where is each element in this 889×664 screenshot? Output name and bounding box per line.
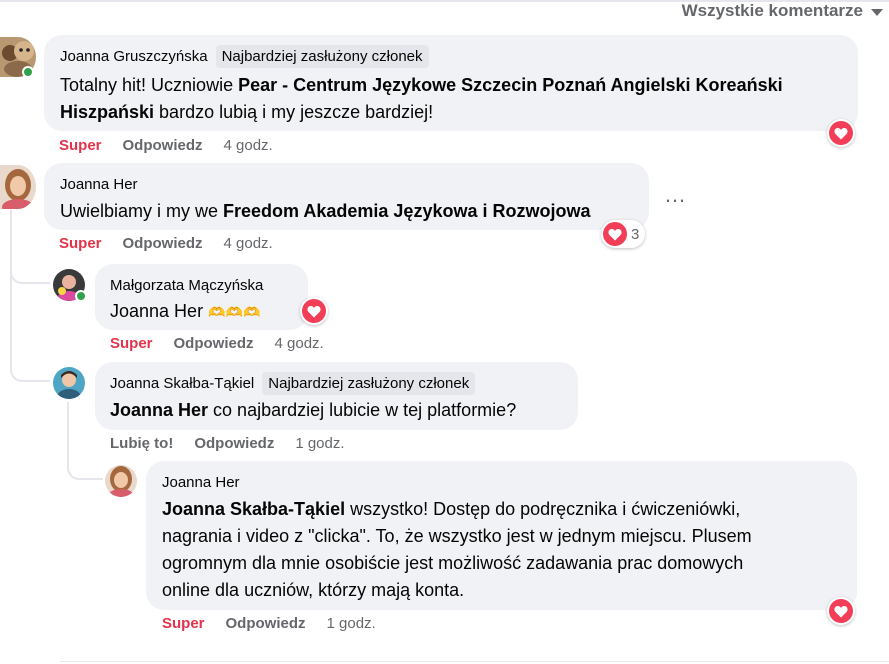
page-mention-link[interactable]: Freedom Akademia Językowa i Rozwojowa	[223, 201, 590, 221]
timestamp[interactable]: 1 godz.	[327, 615, 376, 632]
text-segment: Totalny hit! Uczniowie	[60, 75, 239, 95]
comment-author[interactable]: Małgorzata Mączyńska	[110, 277, 263, 294]
user-mention-link[interactable]: Joanna Her	[110, 400, 208, 420]
text-segment: co najbardziej lubicie w tej platformie?	[208, 400, 517, 420]
reply-button[interactable]: Odpowiedz	[226, 615, 306, 632]
reply-button[interactable]: Odpowiedz	[123, 235, 203, 252]
avatar[interactable]	[0, 165, 36, 209]
react-button[interactable]: Super	[59, 137, 102, 154]
bottom-divider	[60, 661, 889, 662]
react-button[interactable]: Super	[162, 615, 205, 632]
reaction-summary[interactable]	[300, 297, 328, 325]
heart-icon	[829, 599, 853, 623]
comment-actions: Super Odpowiedz 1 godz.	[162, 615, 376, 632]
comment-actions: Super Odpowiedz 4 godz.	[59, 235, 273, 252]
emoji-text: 🫶🫶🫶	[208, 304, 261, 320]
text-segment: Uwielbiamy i my we	[60, 201, 224, 221]
more-options-icon[interactable]: …	[664, 184, 687, 206]
text-line: online dla uczniów, którzy mają konta.	[162, 580, 465, 600]
react-button[interactable]: Super	[59, 235, 102, 252]
user-mention-link[interactable]: Joanna Skałba-Tąkiel	[162, 499, 345, 519]
comment-text: Uwielbiamy i my we Freedom Akademia Języ…	[60, 198, 635, 225]
comment-bubble: Joanna Her Uwielbiamy i my we Freedom Ak…	[44, 163, 649, 230]
heart-icon	[829, 121, 853, 145]
thread-branch	[67, 440, 103, 480]
thread-branch	[10, 296, 50, 382]
reply-button[interactable]: Odpowiedz	[174, 335, 254, 352]
thread-line	[10, 210, 12, 300]
thread-line	[67, 402, 69, 442]
text-segment: bardzo lubią i my jeszcze bardziej!	[154, 102, 434, 122]
comment-actions: Super Odpowiedz 4 godz.	[110, 335, 324, 352]
text-line: ogromnym dla mnie osobiście jest możliwo…	[162, 553, 744, 573]
online-status-icon	[75, 290, 87, 302]
reaction-summary[interactable]	[827, 119, 855, 147]
comment-actions: Lubię to! Odpowiedz 1 godz.	[110, 435, 345, 452]
reply-bubble: Joanna Skałba-Tąkiel Najbardziej zasłużo…	[95, 362, 578, 430]
reply-bubble: Joanna Her Joanna Skałba-Tąkiel wszystko…	[146, 461, 857, 610]
timestamp[interactable]: 4 godz.	[224, 137, 273, 154]
reply-button[interactable]: Odpowiedz	[123, 137, 203, 154]
comment-author[interactable]: Joanna Gruszczyńska	[60, 48, 208, 65]
comment-text: Joanna Her 🫶🫶🫶	[110, 298, 294, 326]
timestamp[interactable]: 1 godz.	[295, 435, 344, 452]
comment-author[interactable]: Joanna Skałba-Tąkiel	[110, 375, 254, 392]
timestamp[interactable]: 4 godz.	[224, 235, 273, 252]
filter-label: Wszystkie komentarze	[681, 1, 863, 20]
reaction-summary[interactable]	[827, 597, 855, 625]
reply-button[interactable]: Odpowiedz	[194, 435, 274, 452]
comment-actions: Super Odpowiedz 4 godz.	[59, 137, 273, 154]
comment-text: Joanna Her co najbardziej lubicie w tej …	[110, 397, 564, 424]
text-line: nagrania i video z "clicka". To, że wszy…	[162, 526, 752, 546]
comment-author[interactable]: Joanna Her	[60, 176, 138, 193]
timestamp[interactable]: 4 godz.	[275, 335, 324, 352]
reply-bubble: Małgorzata Mączyńska Joanna Her 🫶🫶🫶	[95, 264, 308, 330]
caret-down-icon	[871, 8, 883, 16]
react-button[interactable]: Lubię to!	[110, 435, 173, 452]
heart-icon	[302, 299, 326, 323]
comment-bubble: Joanna Gruszczyńska Najbardziej zasłużon…	[44, 35, 858, 131]
comment-text: Totalny hit! Uczniowie Pear - Centrum Ję…	[60, 72, 844, 126]
reaction-summary[interactable]: 3	[601, 220, 646, 248]
online-status-icon	[22, 66, 34, 78]
comment-text: Joanna Skałba-Tąkiel wszystko! Dostęp do…	[162, 496, 843, 604]
avatar[interactable]	[105, 465, 137, 497]
member-badge: Najbardziej zasłużony członek	[262, 371, 476, 395]
react-button[interactable]: Super	[110, 335, 153, 352]
text-line: wszystko! Dostęp do podręcznika i ćwicze…	[345, 499, 741, 519]
thread-branch	[10, 262, 50, 284]
reaction-count: 3	[631, 225, 640, 243]
member-badge: Najbardziej zasłużony członek	[215, 44, 429, 68]
user-mention-link[interactable]: Joanna Her	[110, 301, 203, 321]
comment-author[interactable]: Joanna Her	[162, 474, 240, 491]
avatar[interactable]	[53, 367, 85, 399]
heart-icon	[603, 222, 627, 246]
comment-filter-dropdown[interactable]: Wszystkie komentarze	[682, 1, 883, 21]
